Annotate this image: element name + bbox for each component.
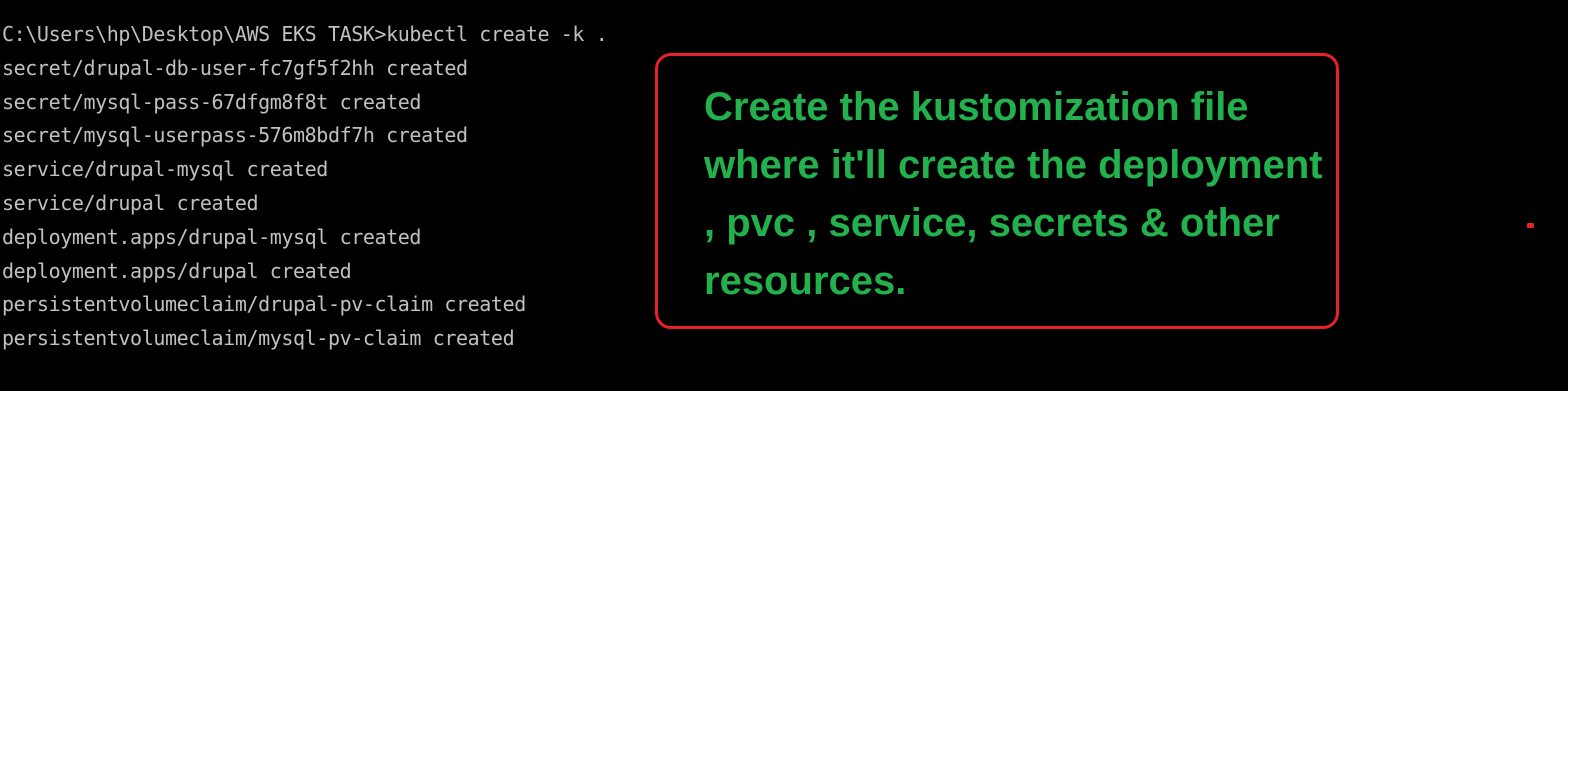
terminal-output-line: persistentvolumeclaim/drupal-pv-claim cr…: [2, 292, 526, 317]
terminal-window[interactable]: C:\Users\hp\Desktop\AWS EKS TASK>kubectl…: [0, 0, 1568, 391]
annotation-callout-text: Create the kustomization file where it'l…: [704, 85, 1323, 303]
terminal-output-line: secret/drupal-db-user-fc7gf5f2hh created: [2, 55, 468, 80]
terminal-output-line: deployment.apps/drupal created: [2, 258, 352, 283]
terminal-output: C:\Users\hp\Desktop\AWS EKS TASK>kubectl…: [2, 18, 608, 356]
annotation-callout-box: Create the kustomization file where it'l…: [655, 53, 1339, 329]
terminal-output-line: persistentvolumeclaim/mysql-pv-claim cre…: [2, 326, 515, 351]
terminal-output-line: secret/mysql-pass-67dfgm8f8t created: [2, 89, 422, 114]
terminal-output-line: service/drupal-mysql created: [2, 157, 328, 182]
terminal-output-line: secret/mysql-userpass-576m8bdf7h created: [2, 123, 468, 148]
terminal-output-line: service/drupal created: [2, 190, 259, 215]
terminal-command-line: C:\Users\hp\Desktop\AWS EKS TASK>kubectl…: [2, 22, 608, 46]
terminal-output-line: deployment.apps/drupal-mysql created: [2, 224, 422, 249]
red-marker-dot: [1527, 223, 1534, 228]
